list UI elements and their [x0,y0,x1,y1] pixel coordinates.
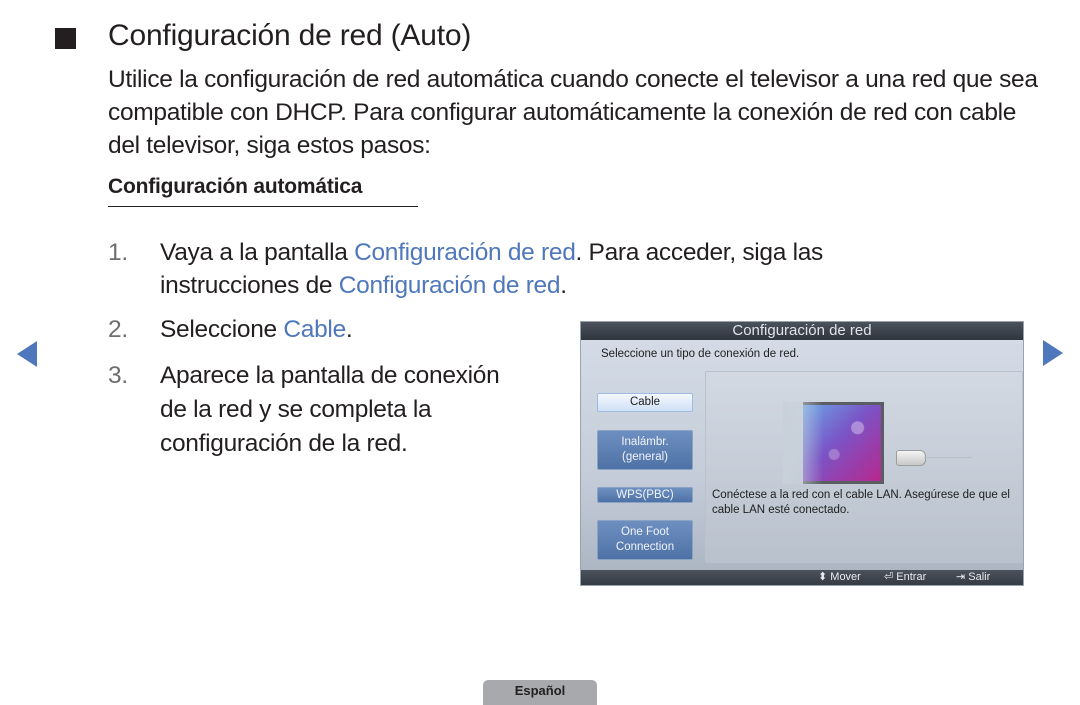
step-number: 2. [108,316,128,343]
page-title: Configuración de red (Auto) [108,19,472,52]
hint-label: Mover [830,571,861,583]
step-text-line: configuración de la red. [160,430,408,457]
intro-paragraph: Utilice la configuración de red automáti… [108,66,1038,159]
step-text-line: de la red y se completa la [160,396,432,423]
step-number: 1. [108,239,128,266]
option-label: (general) [621,451,669,463]
subheading: Configuración automática [108,175,418,207]
hint-label: Salir [968,571,991,583]
dialog-footer: ⬍ Mover ⏎ Entrar ⇥ Salir [581,570,1023,585]
next-page-arrow-icon[interactable] [1043,340,1063,366]
step-text: instrucciones de [160,272,339,299]
step-number: 3. [108,362,128,389]
option-label: Cable [629,396,661,408]
lan-cable-wire-icon [924,457,972,458]
hint-move[interactable]: ⬍ Mover [818,570,861,585]
option-label: Connection [615,541,675,553]
step-text: . [560,272,567,299]
section-bullet-icon [55,28,76,49]
option-one-foot-button[interactable]: One Foot Connection [597,520,693,560]
step-text: . Para acceder, siga las [575,239,824,266]
exit-door-icon: ⇥ [956,571,966,583]
step-text-line: Aparece la pantalla de conexión [160,362,500,389]
hint-enter[interactable]: ⏎ Entrar [884,570,926,585]
hint-label: Entrar [896,571,927,583]
illustration-fade [783,402,823,484]
step-text-line: instrucciones de Configuración de red. [160,269,567,303]
step-text: Vaya a la pantalla [160,239,355,266]
up-down-arrows-icon: ⬍ [818,571,828,583]
language-tab[interactable]: Español [483,680,597,705]
tv-network-settings-dialog: Configuración de red Seleccione un tipo … [580,321,1024,586]
option-label: Inalámbr. [621,436,669,448]
menu-link[interactable]: Configuración de red [339,272,561,299]
step-text: Seleccione [160,316,284,343]
hint-exit[interactable]: ⇥ Salir [956,570,990,585]
option-link-cable[interactable]: Cable [283,316,346,343]
dialog-title: Configuración de red [581,322,1023,340]
dialog-prompt: Seleccione un tipo de conexión de red. [601,348,800,360]
option-label: One Foot [621,526,669,538]
step-text-line: Seleccione Cable. [160,313,353,347]
option-label: WPS(PBC) [616,489,674,501]
connection-description: Conéctese a la red con el cable LAN. Ase… [712,489,1010,516]
connection-info-panel: Conéctese a la red con el cable LAN. Ase… [705,371,1023,563]
menu-link[interactable]: Configuración de red [354,239,576,266]
option-wps-button[interactable]: WPS(PBC) [597,487,693,503]
step-text-line: Vaya a la pantalla Configuración de red.… [160,236,823,270]
enter-key-icon: ⏎ [884,571,894,583]
previous-page-arrow-icon[interactable] [17,341,37,367]
step-text: . [345,316,353,343]
lan-cable-plug-icon [896,450,926,466]
option-wireless-button[interactable]: Inalámbr. (general) [597,430,693,470]
option-cable-button[interactable]: Cable [597,393,693,412]
